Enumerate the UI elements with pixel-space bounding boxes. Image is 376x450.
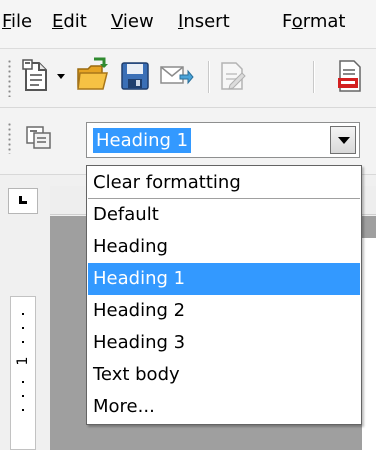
style-option-clear-formatting[interactable]: Clear formatting [88,167,360,199]
standard-toolbar [0,49,376,108]
menu-edit-mnemonic: E [52,11,64,32]
style-option-more[interactable]: More... [88,391,360,423]
style-option-heading[interactable]: Heading [88,231,360,263]
menu-view-label: iew [122,11,154,32]
menu-bar: File Edit View Insert Format [0,0,376,49]
vertical-ruler[interactable]: 1 [10,296,36,450]
dropdown-arrow-icon[interactable] [56,73,66,81]
menu-file-label: ile [11,11,33,32]
ruler-tick [22,313,24,315]
menu-format-mnemonic: o [291,11,303,32]
style-option-heading-1[interactable]: Heading 1 [88,263,360,295]
email-icon[interactable] [160,63,194,89]
style-option-default[interactable]: Default [88,199,360,231]
edit-file-icon[interactable] [218,59,248,93]
ruler-tick [22,395,24,397]
menu-file[interactable]: File [2,10,32,34]
ruler-tick [22,409,24,411]
left-tab-icon [19,196,27,204]
styles-formatting-icon[interactable] [26,126,52,150]
menu-edit[interactable]: Edit [52,10,87,34]
menu-format-prefix: F [282,11,292,32]
menu-view[interactable]: View [111,10,154,34]
style-option-heading-2[interactable]: Heading 2 [88,295,360,327]
toolbar-grip[interactable] [8,59,11,97]
toolbar-grip[interactable] [8,122,11,154]
tab-stop-selector[interactable] [8,188,38,214]
export-pdf-icon[interactable] [334,59,364,93]
chevron-down-icon [338,137,350,144]
ruler-tick [22,341,24,343]
style-option-heading-3[interactable]: Heading 3 [88,327,360,359]
menu-edit-label: dit [63,11,87,32]
paragraph-style-combobox[interactable]: Heading 1 [86,122,360,158]
menu-file-mnemonic: F [2,11,12,32]
paragraph-style-value[interactable]: Heading 1 [93,128,192,153]
document-page[interactable] [362,238,376,450]
menu-format-label: rmat [302,11,346,32]
open-folder-icon[interactable] [76,57,110,93]
ruler-number: 1 [15,356,31,366]
toolbar-separator [313,61,315,93]
paragraph-style-dropdown-button[interactable] [330,126,356,154]
menu-insert-label: nsert [183,11,230,32]
menu-format[interactable]: Format [282,10,345,34]
menu-view-mnemonic: V [111,11,123,32]
ruler-tick [22,327,24,329]
toolbar-separator [208,61,210,93]
paragraph-style-list: Clear formatting Default Heading Heading… [86,165,362,425]
ruler-tick [22,381,24,383]
menu-insert[interactable]: Insert [178,10,230,34]
style-option-text-body[interactable]: Text body [88,359,360,391]
new-document-icon[interactable] [22,59,50,93]
save-icon[interactable] [120,61,150,91]
